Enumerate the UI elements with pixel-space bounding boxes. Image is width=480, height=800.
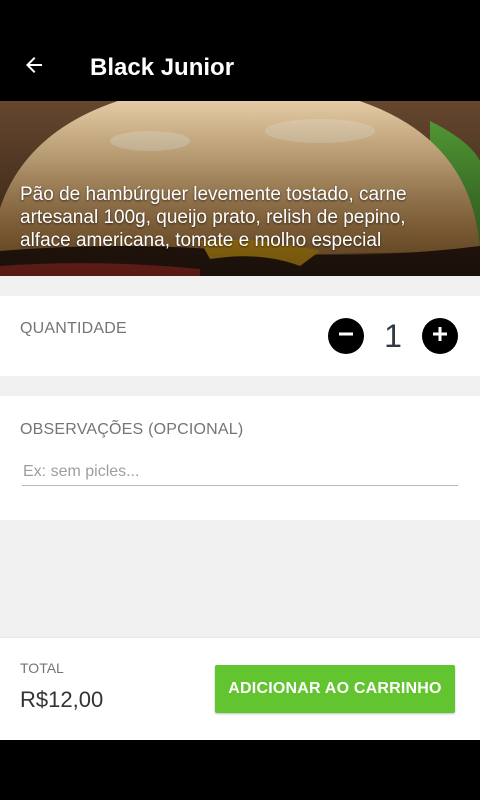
increase-quantity-button[interactable] [422, 318, 458, 354]
quantity-value: 1 [384, 318, 402, 354]
notes-label: OBSERVAÇÕES (OPCIONAL) [20, 421, 244, 438]
minus-icon [337, 325, 355, 348]
app-bar: Black Junior [0, 0, 480, 101]
plus-icon [431, 325, 449, 348]
notes-input[interactable] [22, 458, 458, 486]
total-label: TOTAL [20, 660, 64, 676]
product-hero: Pão de hambúrguer levemente tostado, car… [0, 101, 480, 276]
decrease-quantity-button[interactable] [328, 318, 364, 354]
quantity-card: QUANTIDADE 1 [0, 296, 480, 376]
checkout-bar: TOTAL R$12,00 ADICIONAR AO CARRINHO [0, 637, 480, 741]
quantity-label: QUANTIDADE [20, 320, 127, 337]
back-button[interactable] [14, 47, 54, 87]
system-navigation-area [0, 740, 480, 800]
product-description: Pão de hambúrguer levemente tostado, car… [20, 184, 407, 251]
notes-card: OBSERVAÇÕES (OPCIONAL) [0, 396, 480, 520]
arrow-left-icon [22, 53, 46, 82]
total-price: R$12,00 [20, 687, 104, 712]
page-title: Black Junior [90, 54, 235, 81]
product-detail-screen: Black Junior Pão de hambúrguer levemente… [0, 0, 480, 800]
add-to-cart-button[interactable]: ADICIONAR AO CARRINHO [215, 665, 455, 713]
